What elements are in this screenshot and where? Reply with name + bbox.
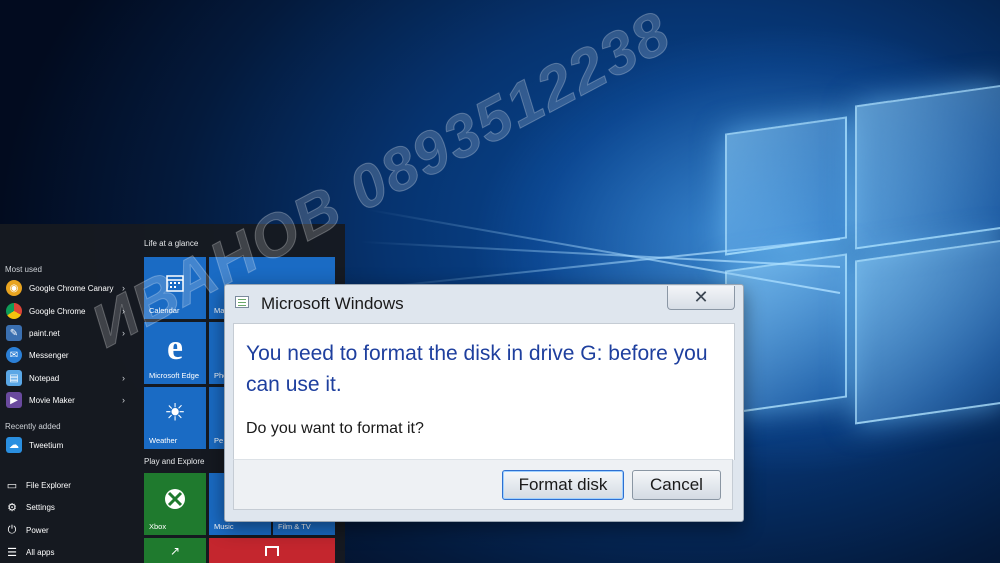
settings-button[interactable]: ⚙ Settings <box>0 497 135 517</box>
cancel-button[interactable]: Cancel <box>632 470 721 500</box>
chevron-right-icon[interactable]: › <box>122 395 125 405</box>
chrome-canary-icon: ◉ <box>6 280 22 296</box>
chevron-right-icon[interactable]: › <box>122 283 125 293</box>
app-item-notepad[interactable]: ▤ Notepad › <box>0 368 135 388</box>
tile-label: Xbox <box>149 522 167 531</box>
format-disk-dialog: Microsoft Windows ✕ You need to format t… <box>224 284 744 522</box>
start-menu-app-list: Most used ◉ Google Chrome Canary › Googl… <box>0 224 140 563</box>
all-apps-button[interactable]: ☰ All apps <box>0 542 135 562</box>
calendar-icon <box>166 275 184 292</box>
main-instruction: You need to format the disk in drive G: … <box>246 342 708 396</box>
tile-money[interactable]: ↗ <box>144 538 206 563</box>
dialog-title: Microsoft Windows <box>261 294 404 313</box>
format-disk-button[interactable]: Format disk <box>502 470 624 500</box>
app-item-paintnet[interactable]: ✎ paint.net › <box>0 323 135 343</box>
chrome-icon <box>6 303 22 319</box>
gear-icon: ⚙ <box>7 501 17 514</box>
dialog-button-bar: Format disk Cancel <box>233 459 733 510</box>
file-explorer-button[interactable]: ▭ File Explorer <box>0 475 135 495</box>
app-item-label: paint.net <box>29 328 60 338</box>
tile-label: Weather <box>149 436 178 445</box>
most-used-label: Most used <box>5 265 42 274</box>
tile-label: Film & TV <box>278 522 311 531</box>
xbox-icon <box>165 489 185 510</box>
dialog-titlebar[interactable]: Microsoft Windows ✕ <box>225 285 743 321</box>
settings-label: Settings <box>26 502 55 512</box>
app-item-label: Notepad <box>29 373 60 383</box>
group-label-life-at-a-glance: Life at a glance <box>144 239 199 248</box>
news-icon <box>265 546 279 556</box>
trend-icon: ↗ <box>170 544 181 558</box>
app-item-label: Google Chrome <box>29 306 86 316</box>
app-item-movie-maker[interactable]: ▶ Movie Maker › <box>0 390 135 410</box>
tile-label: Music <box>214 522 234 531</box>
recently-added-label: Recently added <box>5 422 61 431</box>
close-icon: ✕ <box>693 287 709 307</box>
chevron-right-icon[interactable]: › <box>122 328 125 338</box>
all-apps-icon: ☰ <box>7 546 17 559</box>
all-apps-label: All apps <box>26 547 55 557</box>
messenger-icon: ✉ <box>6 347 22 363</box>
power-button[interactable]: ⏻ Power <box>0 520 135 540</box>
close-button[interactable]: ✕ <box>667 286 735 310</box>
folder-icon: ▭ <box>6 479 18 492</box>
tile-microsoft-edge[interactable]: e Microsoft Edge <box>144 322 206 384</box>
tile-calendar[interactable]: Calendar <box>144 257 206 319</box>
edge-icon: e <box>167 326 183 367</box>
tile-weather[interactable]: ☀ Weather <box>144 387 206 449</box>
app-item-chrome-canary[interactable]: ◉ Google Chrome Canary › <box>0 278 135 298</box>
app-item-tweetium[interactable]: ☁ Tweetium <box>0 435 135 455</box>
dialog-content: You need to format the disk in drive G: … <box>233 323 735 460</box>
tile-news[interactable] <box>209 538 335 563</box>
chevron-right-icon[interactable]: › <box>122 306 125 316</box>
app-item-label: Messenger <box>29 350 69 360</box>
chevron-right-icon[interactable]: › <box>122 373 125 383</box>
app-item-messenger[interactable]: ✉ Messenger <box>0 345 135 365</box>
windows-logo-pane-br <box>855 239 1000 425</box>
window-icon <box>235 296 249 308</box>
tile-label: Calendar <box>149 306 180 315</box>
tile-label: Pe <box>214 436 224 445</box>
tile-xbox[interactable]: Xbox <box>144 473 206 535</box>
app-item-chrome[interactable]: Google Chrome › <box>0 301 135 321</box>
windows-logo-pane-tl <box>725 116 847 256</box>
sun-icon: ☀ <box>164 399 186 427</box>
tweetium-icon: ☁ <box>6 437 22 453</box>
power-icon: ⏻ <box>7 523 17 536</box>
movie-maker-icon: ▶ <box>6 392 22 408</box>
app-item-label: Tweetium <box>29 440 64 450</box>
tile-label: Microsoft Edge <box>149 371 200 380</box>
file-explorer-label: File Explorer <box>26 480 71 490</box>
app-item-label: Google Chrome Canary <box>29 283 114 293</box>
group-label-play-and-explore: Play and Explore <box>144 457 205 466</box>
app-item-label: Movie Maker <box>29 395 75 405</box>
question-text: Do you want to format it? <box>246 420 424 437</box>
power-label: Power <box>26 525 49 535</box>
windows-logo-pane-tr <box>855 84 1000 250</box>
paintnet-icon: ✎ <box>6 325 22 341</box>
tile-label: Ma <box>214 306 225 315</box>
notepad-icon: ▤ <box>6 370 22 386</box>
